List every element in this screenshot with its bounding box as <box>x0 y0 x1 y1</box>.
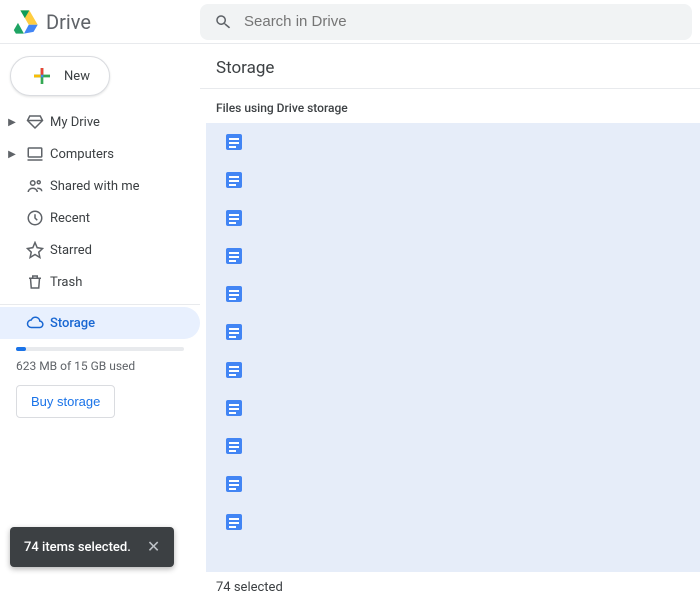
app-name: Drive <box>46 10 91 34</box>
file-row[interactable] <box>206 199 700 237</box>
sidebar-item-label: My Drive <box>50 115 100 130</box>
main-panel: Storage Files using Drive storage 74 sel… <box>200 44 700 595</box>
file-row[interactable] <box>206 123 700 161</box>
file-row[interactable] <box>206 389 700 427</box>
document-icon <box>226 248 242 264</box>
document-icon <box>226 286 242 302</box>
search-input[interactable] <box>244 13 678 30</box>
toast: 74 items selected. ✕ <box>10 527 174 567</box>
drive-logo-icon <box>12 10 38 34</box>
file-row[interactable] <box>206 275 700 313</box>
document-icon <box>226 514 242 530</box>
file-row[interactable] <box>206 427 700 465</box>
plus-icon <box>30 64 54 88</box>
document-icon <box>226 400 242 416</box>
divider <box>0 304 200 305</box>
storage-meter-fill <box>16 347 26 351</box>
document-icon <box>226 476 242 492</box>
document-icon <box>226 324 242 340</box>
file-row[interactable] <box>206 503 700 541</box>
file-row[interactable] <box>206 161 700 199</box>
close-icon[interactable]: ✕ <box>147 539 160 555</box>
file-row[interactable] <box>206 237 700 275</box>
sidebar-item-label: Trash <box>50 275 82 290</box>
nav-list: ▶ My Drive ▶ Computers Shared with me <box>0 106 200 298</box>
sidebar-item-recent[interactable]: Recent <box>0 202 200 234</box>
storage-block: 623 MB of 15 GB used Buy storage <box>0 339 200 418</box>
document-icon <box>226 362 242 378</box>
shared-icon <box>20 177 50 195</box>
storage-meter <box>16 347 184 351</box>
chevron-right-icon: ▶ <box>4 149 20 160</box>
sidebar-item-label: Shared with me <box>50 179 140 194</box>
cloud-icon <box>20 314 50 332</box>
sidebar-item-starred[interactable]: Starred <box>0 234 200 266</box>
chevron-right-icon: ▶ <box>4 117 20 128</box>
sidebar: New ▶ My Drive ▶ Computers <box>0 44 200 595</box>
sidebar-item-storage[interactable]: Storage <box>0 307 200 339</box>
sidebar-item-label: Starred <box>50 243 92 258</box>
header: Drive <box>0 0 700 44</box>
nav-storage: Storage <box>0 307 200 339</box>
search-icon <box>214 13 232 31</box>
sidebar-item-label: Recent <box>50 211 90 226</box>
document-icon <box>226 210 242 226</box>
sidebar-item-trash[interactable]: Trash <box>0 266 200 298</box>
computers-icon <box>20 145 50 163</box>
selection-count: 74 selected <box>200 572 700 595</box>
search-bar[interactable] <box>200 4 692 40</box>
my-drive-icon <box>20 113 50 131</box>
document-icon <box>226 134 242 150</box>
sidebar-item-shared[interactable]: Shared with me <box>0 170 200 202</box>
new-button[interactable]: New <box>10 56 110 96</box>
files-subheader: Files using Drive storage <box>200 89 700 123</box>
logo-area[interactable]: Drive <box>12 10 200 34</box>
sidebar-item-computers[interactable]: ▶ Computers <box>0 138 200 170</box>
file-row[interactable] <box>206 313 700 351</box>
trash-icon <box>20 273 50 291</box>
file-list[interactable] <box>206 123 700 572</box>
recent-icon <box>20 209 50 227</box>
file-row[interactable] <box>206 351 700 389</box>
buy-storage-button[interactable]: Buy storage <box>16 385 115 418</box>
star-icon <box>20 241 50 259</box>
document-icon <box>226 172 242 188</box>
storage-usage-text: 623 MB of 15 GB used <box>16 359 184 373</box>
page-title: Storage <box>200 44 700 89</box>
sidebar-item-label: Computers <box>50 147 114 162</box>
sidebar-item-label: Storage <box>50 316 95 331</box>
document-icon <box>226 438 242 454</box>
new-button-label: New <box>64 69 90 84</box>
toast-message: 74 items selected. <box>24 540 131 555</box>
file-row[interactable] <box>206 465 700 503</box>
sidebar-item-my-drive[interactable]: ▶ My Drive <box>0 106 200 138</box>
